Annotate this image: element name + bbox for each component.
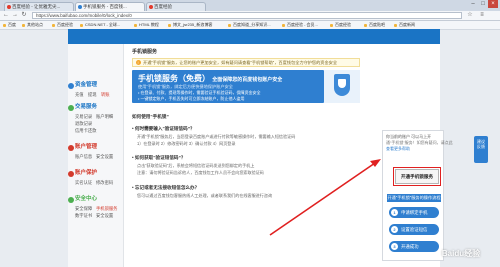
bookmark-item[interactable]: CSDN.NET - 全球...	[80, 22, 120, 28]
sidebar-heading-label: 安全中心	[75, 196, 98, 202]
sidebar: 资金管理 充值 提现 转账 交易服务 交易记录 账户明细 退款记录 信用卡还款 …	[68, 44, 124, 267]
back-icon[interactable]: ←	[2, 11, 10, 20]
tab-label: 百度经验	[154, 4, 172, 9]
feedback-tab-label: 建议反馈	[477, 139, 485, 149]
minimize-icon[interactable]: –	[468, 0, 478, 8]
close-icon[interactable]: ×	[488, 0, 498, 8]
bookmark-item[interactable]: 百度新闻	[394, 22, 415, 28]
sidebar-item[interactable]: 账户信息	[75, 154, 92, 159]
sidebar-heading-funds[interactable]: 资金管理	[68, 82, 98, 89]
watermark-logo: Baidu经验	[441, 249, 481, 258]
shield-icon	[68, 197, 74, 203]
faq-question: • 忘记或者无法接收短信怎么办？	[132, 185, 200, 190]
sidebar-item[interactable]: 安全设置	[96, 213, 113, 218]
sidebar-item[interactable]: 信用卡还款	[75, 128, 96, 133]
address-bar: ← → ↻ https://www.baifubao.com/mobile/0/…	[0, 11, 500, 21]
flow-step: 2 设置验证短信	[389, 224, 439, 235]
reload-icon[interactable]: ↻	[20, 11, 28, 20]
browser-tab[interactable]: 百度经验	[146, 2, 206, 11]
banner-title-main: 手机锁服务（免费）	[138, 74, 210, 83]
bookmark-item[interactable]: 百度	[3, 22, 16, 28]
faq-answer: 开通“手机锁”服务后，当您登录百度账户或进行付款等敏感操作时，需要输入短信验证码	[137, 134, 296, 139]
sidebar-item[interactable]: 安全保障	[75, 206, 92, 211]
sidebar-item[interactable]: 实名认证	[75, 180, 92, 185]
bookmark-item[interactable]: 百度经验	[52, 22, 73, 28]
open-service-panel: 你当前的账户 可以马上开 通“手机锁”服务！如您有疑问，请点此 查看更多帮助 开…	[382, 130, 453, 261]
step-label: 开通成功	[401, 244, 419, 249]
sidebar-item[interactable]: 账户明细	[96, 114, 113, 119]
url-input[interactable]: https://www.baifubao.com/mobile/0/lock_i…	[32, 12, 462, 19]
forward-icon[interactable]: →	[11, 11, 19, 20]
faq-question: • 如何获取“验证短信码”？	[132, 155, 186, 160]
shield-illustration	[324, 70, 360, 103]
baidu-favicon-icon	[6, 5, 11, 9]
step-number-icon: 1	[391, 209, 398, 216]
step-label: 申请绑定手机	[401, 210, 428, 215]
sidebar-item[interactable]: 退款记录	[75, 121, 92, 126]
trade-icon	[68, 105, 74, 111]
flow-title: 开通“手机锁”服务的操作流程	[387, 194, 441, 202]
shield-icon	[334, 74, 350, 96]
sidebar-item[interactable]: 提现	[88, 92, 97, 97]
sidebar-heading-label: 账户管理	[75, 144, 98, 150]
bookmark-item[interactable]: 博文_jsr235_新浪博客	[168, 22, 212, 28]
bookmark-item[interactable]: 其他站点	[22, 22, 43, 28]
banner-title-sub: 全面保障您的百度钱包账户安全	[212, 77, 283, 83]
maximize-icon[interactable]: □	[478, 0, 488, 8]
site-header	[68, 29, 440, 44]
wallet-icon	[68, 83, 74, 89]
bookmark-item[interactable]: 百度经验	[330, 22, 351, 28]
faq-answer: 点击“获取验证码”后，系统会将短信验证码发送到您绑定的手机上	[137, 163, 255, 168]
main-content: 手机锁服务 开通“手机锁”服务，让您的账户更加安全，如有疑问请查看“手机锁帮助”…	[124, 44, 453, 267]
browser-tab-bar: 百度经验 - 让优雅无尖... 手机锁服务 - 百度钱... 百度经验 – □ …	[0, 0, 500, 11]
notice-bar: 开通“手机锁”服务，让您的账户更加安全，如有疑问请查看“手机锁帮助”，百度钱包全…	[132, 58, 360, 67]
sidebar-item-phone-lock[interactable]: 手机锁服务	[96, 206, 117, 211]
sidebar-heading-label: 账户保护	[75, 170, 98, 176]
sidebar-heading-protect[interactable]: 账户保护	[68, 170, 98, 177]
bookmark-item[interactable]: 百度知道_分享知识...	[228, 22, 271, 28]
faq-question: • 何时需要输入“验证短信码”？	[132, 126, 195, 131]
banner-bullet: • 一键锁定账户，手机丢失时可立即冻结账户，防止他人盗用	[138, 96, 245, 101]
tab-label: 手机锁服务 - 百度钱...	[83, 4, 127, 9]
browser-tab-active[interactable]: 手机锁服务 - 百度钱...	[75, 2, 145, 11]
sidebar-item[interactable]: 安全设置	[96, 154, 113, 159]
bookmark-item[interactable]: 百度贴吧	[364, 22, 385, 28]
browser-tab[interactable]: 百度经验 - 让优雅无尖...	[4, 2, 74, 11]
account-icon	[68, 145, 74, 151]
sidebar-item[interactable]: 修改密码	[96, 180, 113, 185]
bookmark-item[interactable]: HTML 教程	[134, 22, 159, 28]
sidebar-heading-account[interactable]: 账户管理	[68, 144, 98, 151]
sidebar-heading-label: 交易服务	[75, 104, 98, 110]
tab-label: 百度经验 - 让优雅无尖...	[12, 4, 61, 9]
promo-banner: 手机锁服务（免费） 全面保障您的百度钱包账户安全 使用“手机锁”服务，绑定后方便…	[132, 70, 324, 103]
step-label: 设置验证短信	[401, 227, 428, 232]
wallet-page: 资金管理 充值 提现 转账 交易服务 交易记录 账户明细 退款记录 信用卡还款 …	[68, 29, 453, 267]
sidebar-heading-security[interactable]: 安全中心	[68, 196, 98, 203]
sidebar-item[interactable]: 数字证书	[75, 213, 92, 218]
flow-step: 1 申请绑定手机	[389, 207, 439, 218]
wallet-favicon-icon	[77, 5, 82, 9]
protect-icon	[68, 171, 74, 177]
faq-answer: 注意：请勿将验证码告诉他人，百度钱包工作人员不会向您索取验证码	[137, 170, 264, 175]
feedback-tab[interactable]: 建议反馈	[474, 136, 488, 163]
bookmark-item[interactable]: 百度经验 - 会员...	[282, 22, 318, 28]
menu-icon[interactable]: ≡	[478, 11, 486, 20]
how-title: 如何使用“手机锁”	[132, 114, 169, 119]
faq-answer: 您可以通过百度钱包客服热线人工处理，或者联系我们的在线客服进行咨询	[137, 193, 273, 198]
open-phone-lock-button[interactable]: 开通手机锁服务	[393, 167, 441, 186]
sidebar-item[interactable]: 交易记录	[75, 114, 92, 119]
banner-title: 手机锁服务（免费） 全面保障您的百度钱包账户安全	[138, 73, 282, 84]
star-icon[interactable]: ☆	[466, 11, 474, 20]
page-title: 手机锁服务	[132, 49, 158, 55]
step-number-icon: 3	[391, 243, 398, 250]
sidebar-item[interactable]: 充值	[75, 92, 84, 97]
sidebar-item[interactable]: 转账	[101, 92, 110, 97]
baidu-favicon-icon	[148, 5, 153, 9]
help-link[interactable]: 查看更多帮助	[386, 146, 410, 152]
step-number-icon: 2	[391, 226, 398, 233]
sidebar-heading-trade[interactable]: 交易服务	[68, 104, 98, 111]
sidebar-heading-label: 资金管理	[75, 82, 98, 88]
faq-answer: 1）在登录时 2）修改密码时 3）确认付款 4）网页登录	[137, 141, 236, 146]
